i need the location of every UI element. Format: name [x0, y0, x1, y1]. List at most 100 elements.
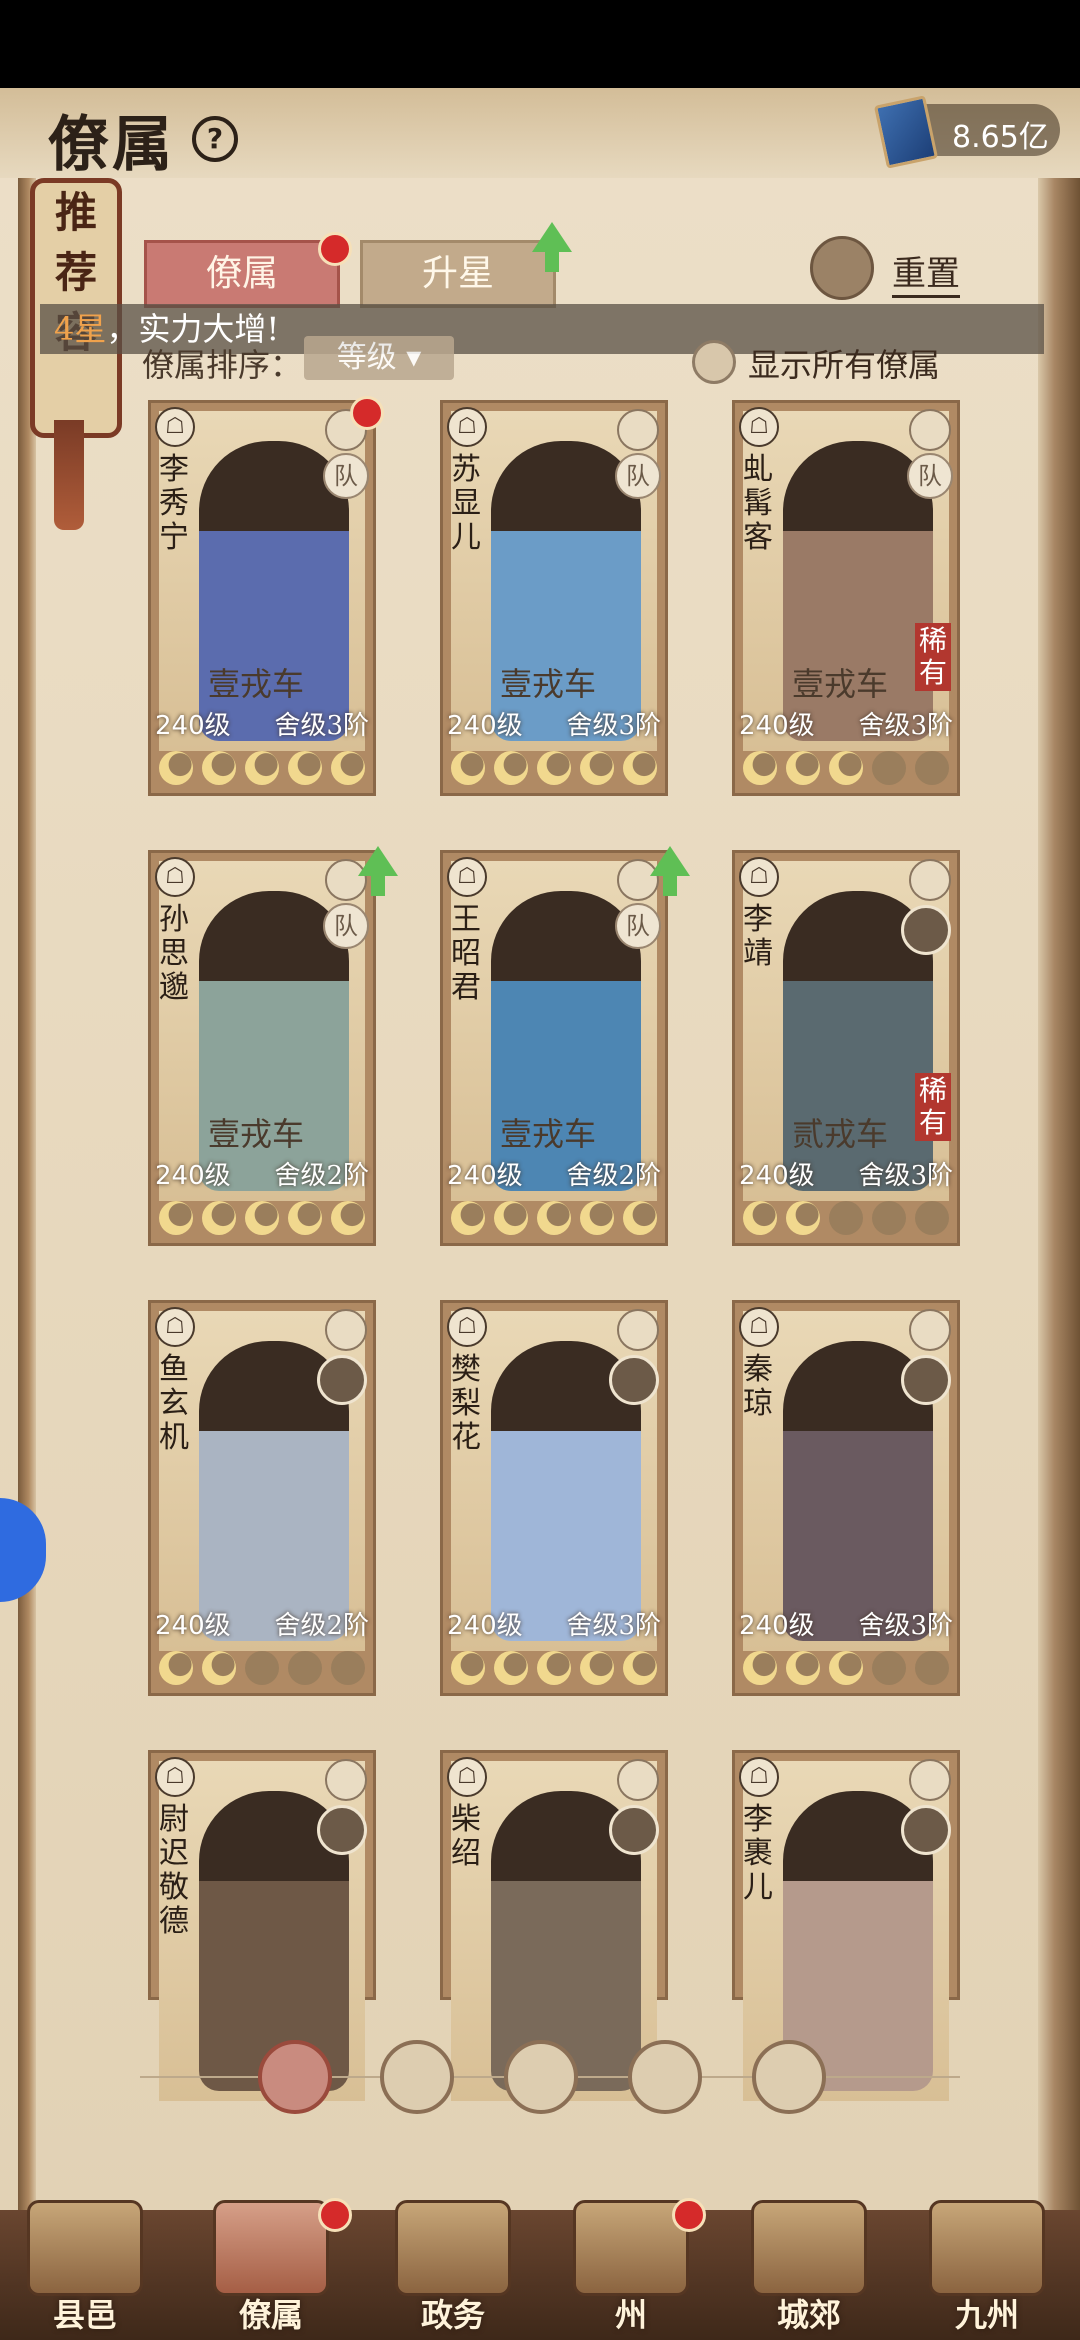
reset-button[interactable]: 重置 — [892, 246, 960, 298]
nav-suburbs[interactable]: 城郊 — [734, 2200, 884, 2340]
name-char: 德 — [159, 1904, 189, 1939]
star-row — [159, 1651, 365, 1687]
star-row — [451, 1201, 657, 1237]
show-all-checkbox[interactable] — [692, 340, 736, 384]
rank-label: 舍级3阶 — [566, 1611, 661, 1641]
name-char: 李 — [743, 1802, 773, 1837]
moon-star-icon — [159, 1651, 193, 1685]
moon-star-icon — [623, 1201, 657, 1235]
team-badge: 队 — [907, 453, 953, 499]
name-char: 苏 — [451, 452, 481, 487]
subordinate-name: 尉迟敬德 — [157, 1803, 191, 1939]
assigned-avatar — [901, 905, 951, 955]
moon-star-icon — [623, 1651, 657, 1685]
name-char: 尉 — [159, 1802, 189, 1837]
filter-type-4-button[interactable] — [752, 2040, 826, 2114]
name-char: 儿 — [451, 520, 481, 555]
nav-label: 九州 — [954, 2296, 1019, 2334]
filter-type-2-button[interactable] — [504, 2040, 578, 2114]
team-badge: 队 — [323, 453, 369, 499]
subordinate-card[interactable]: ☖ 孙思邈 队壹戎车 240级 舍级2阶 — [148, 850, 376, 1246]
rank-label: 舍级3阶 — [858, 711, 953, 741]
name-char: 樊 — [451, 1352, 481, 1387]
name-char: 玄 — [159, 1386, 189, 1421]
chariot-label: 壹戎车 — [791, 665, 888, 703]
nav-county[interactable]: 县邑 — [10, 2200, 160, 2340]
chariot-label: 壹戎车 — [207, 1115, 304, 1153]
moon-star-icon — [331, 1201, 365, 1235]
name-char: 绍 — [451, 1836, 481, 1871]
side-tab-char: 推 — [54, 188, 97, 237]
name-char: 梨 — [451, 1386, 481, 1421]
weapon-icon — [909, 1759, 951, 1801]
tab-upgrade-star[interactable]: 升星 — [360, 240, 556, 308]
moon-star-icon — [786, 1651, 820, 1685]
subordinate-card[interactable]: ☖ 王昭君 队壹戎车 240级 舍级2阶 — [440, 850, 668, 1246]
subordinate-card[interactable]: ☖ 苏显儿 队壹戎车 240级 舍级3阶 — [440, 400, 668, 796]
weapon-icon — [617, 1759, 659, 1801]
nav-affairs[interactable]: 政务 — [378, 2200, 528, 2340]
assigned-avatar — [609, 1805, 659, 1855]
nav-nine-states[interactable]: 九州 — [912, 2200, 1062, 2340]
page-title: 僚属 — [48, 110, 176, 180]
level-label: 240级 — [739, 711, 815, 741]
subordinate-card[interactable]: ☖ 李靖稀有 贰戎车 240级 舍级3阶 — [732, 850, 960, 1246]
show-all-label[interactable]: 显示所有僚属 — [748, 340, 940, 386]
level-label: 240级 — [739, 1611, 815, 1641]
class-icon: ☖ — [155, 407, 195, 447]
chariot-label: 壹戎车 — [499, 1115, 596, 1153]
star-row — [743, 1201, 949, 1237]
filter-type-3-button[interactable] — [628, 2040, 702, 2114]
rank-label: 舍级2阶 — [274, 1161, 369, 1191]
assigned-avatar — [901, 1355, 951, 1405]
subordinate-name: 樊梨花 — [449, 1353, 483, 1455]
class-icon: ☖ — [155, 1757, 195, 1797]
filter-all-button[interactable] — [258, 2040, 332, 2114]
moon-star-icon — [451, 751, 485, 785]
suburbs-icon — [751, 2200, 867, 2296]
weapon-icon — [909, 1309, 951, 1351]
subordinate-card[interactable]: ☖ 樊梨花 240级 舍级3阶 — [440, 1300, 668, 1696]
team-badge: 队 — [615, 903, 661, 949]
subordinate-card[interactable]: ☖ 虬髯客 队稀有 壹戎车 240级 舍级3阶 — [732, 400, 960, 796]
help-icon[interactable]: ? — [192, 116, 238, 162]
subordinate-card[interactable]: ☖ 鱼玄机 240级 舍级2阶 — [148, 1300, 376, 1696]
name-char: 髯 — [743, 486, 773, 521]
moon-star-icon — [743, 1201, 777, 1235]
level-label: 240级 — [447, 1161, 523, 1191]
affairs-icon — [395, 2200, 511, 2296]
class-icon: ☖ — [739, 1757, 779, 1797]
rank-label: 舍级3阶 — [274, 711, 369, 741]
sort-dropdown[interactable]: 等级 ▾ — [304, 336, 454, 380]
class-icon: ☖ — [447, 1757, 487, 1797]
nav-label: 僚属 — [238, 2296, 303, 2334]
name-char: 昭 — [451, 936, 481, 971]
moon-star-icon — [245, 1201, 279, 1235]
moon-star-icon — [494, 1651, 528, 1685]
moon-star-icon — [872, 1651, 906, 1685]
subordinate-card[interactable]: ☖ 柴绍 — [440, 1750, 668, 2101]
tab-subordinates[interactable]: 僚属 — [144, 240, 340, 308]
subordinate-name: 柴绍 — [449, 1803, 483, 1871]
subordinate-name: 王昭君 — [449, 903, 483, 1005]
subordinate-name: 李靖 — [741, 903, 775, 971]
nine-states-icon — [929, 2200, 1045, 2296]
subordinate-card[interactable]: ☖ 李裹儿 — [732, 1750, 960, 2101]
name-char: 客 — [743, 520, 773, 555]
assigned-avatar — [901, 1805, 951, 1855]
notification-dot — [318, 2198, 352, 2232]
moon-star-icon — [829, 1201, 863, 1235]
subordinate-card[interactable]: ☖ 尉迟敬德 — [148, 1750, 376, 2101]
subordinate-card[interactable]: ☖ 李秀宁 队壹戎车 240级 舍级3阶 — [148, 400, 376, 796]
weapon-icon — [909, 409, 951, 451]
star-row — [451, 1651, 657, 1687]
subordinate-name: 虬髯客 — [741, 453, 775, 555]
moon-star-icon — [288, 1651, 322, 1685]
moon-star-icon — [451, 1201, 485, 1235]
name-char: 显 — [451, 486, 481, 521]
filter-type-1-button[interactable] — [380, 2040, 454, 2114]
subordinates-icon — [213, 2200, 329, 2296]
reset-icon[interactable] — [810, 236, 874, 300]
subordinate-card[interactable]: ☖ 秦琼 240级 舍级3阶 — [732, 1300, 960, 1696]
class-icon: ☖ — [447, 857, 487, 897]
